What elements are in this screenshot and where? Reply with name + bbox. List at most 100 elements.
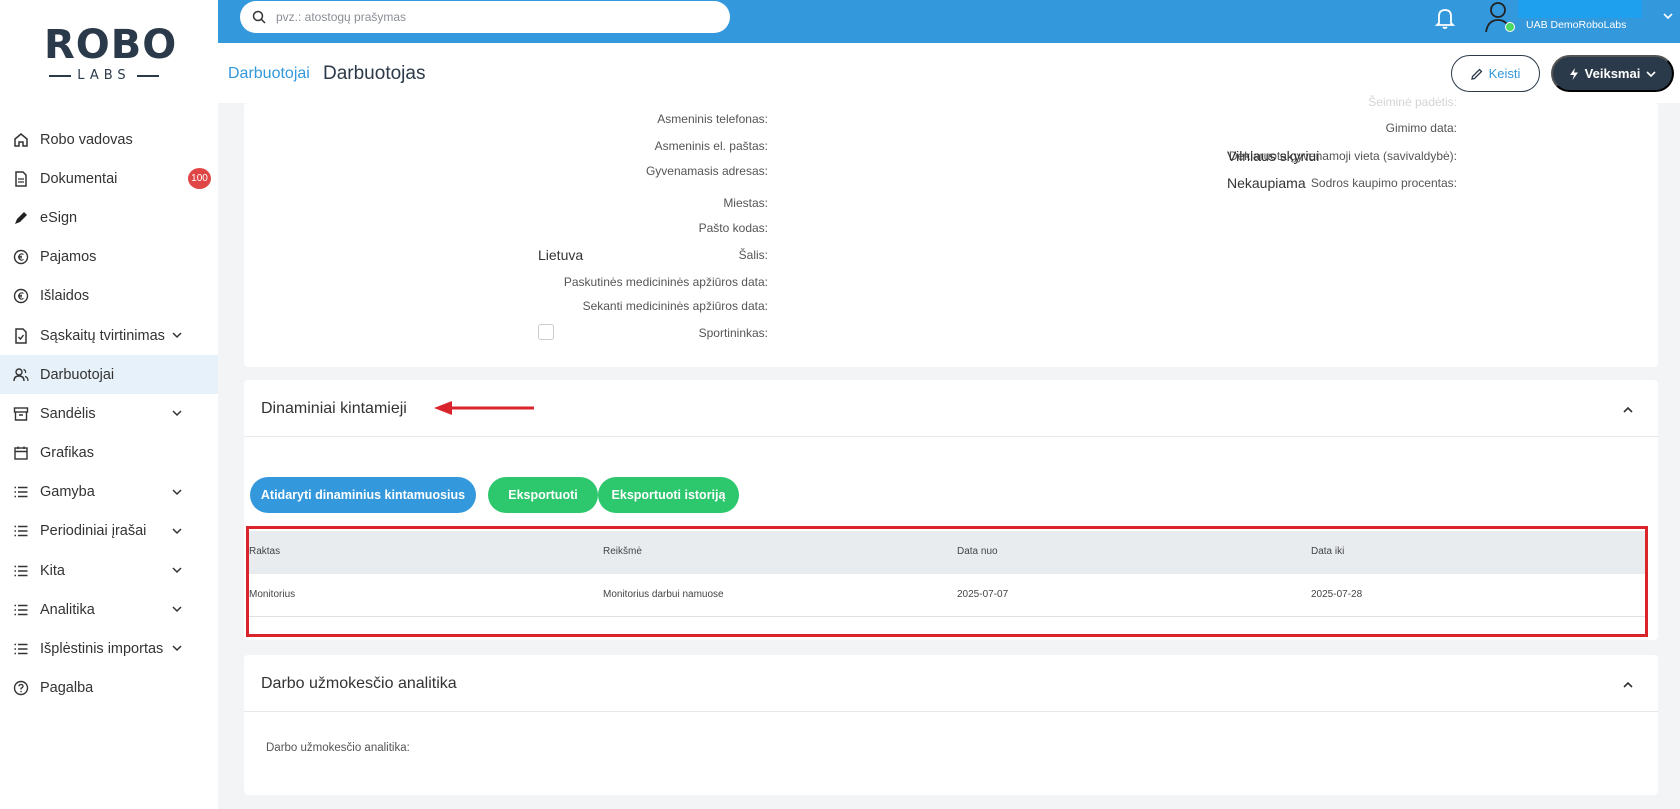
column-header-date-to[interactable]: Data iki [1311, 546, 1344, 557]
dynamic-variables-table: Raktas Reikšmė Data nuo Data iki Monitor… [246, 526, 1648, 637]
company-name-highlight [1518, 0, 1642, 18]
open-dynamic-variables-button[interactable]: Atidaryti dinaminius kintamuosius [250, 477, 476, 513]
search-input[interactable] [276, 10, 696, 24]
sidebar-item-label: Darbuotojai [40, 366, 115, 383]
actions-button[interactable]: Veiksmai [1551, 55, 1674, 92]
sidebar: ROBO LABS Robo vadovas Dokumentai 100 eS… [0, 0, 218, 809]
sidebar-item-pajamos[interactable]: Pajamos [0, 238, 218, 277]
cell-date-from: 2025-07-07 [957, 589, 1009, 600]
chevron-up-icon[interactable] [1622, 404, 1634, 416]
field-label: Miestas: [723, 196, 768, 210]
logo-line [136, 74, 159, 77]
chevron-down-icon [172, 332, 182, 338]
company-name[interactable]: UAB DemoRoboLabs [1526, 19, 1626, 31]
list-icon [12, 522, 30, 540]
sidebar-item-label: Išplėstinis importas [40, 641, 164, 658]
logo-top-text: ROBO [44, 22, 178, 68]
page-title: Darbuotojas [323, 63, 426, 84]
sidebar-item-saskaitu-tvirtinimas[interactable]: Sąskaitų tvirtinimas [0, 316, 218, 355]
search-box[interactable] [240, 1, 730, 33]
dynamic-variables-title: Dinaminiai kintamieji [261, 400, 407, 417]
chevron-down-icon[interactable] [1662, 10, 1674, 22]
pencil-icon [1470, 68, 1483, 80]
field-label: Šalis: [738, 248, 768, 262]
sidebar-item-kita[interactable]: Kita [0, 551, 218, 590]
sidebar-item-gamyba[interactable]: Gamyba [0, 473, 218, 512]
robolabs-logo[interactable]: ROBO LABS [44, 22, 178, 84]
cell-key: Monitorius [249, 589, 296, 600]
invoice-check-icon [12, 327, 30, 345]
logo-bottom-text: LABS [77, 68, 131, 83]
sidebar-item-label: Pagalba [40, 680, 94, 697]
sidebar-item-grafikas[interactable]: Grafikas [0, 434, 218, 473]
export-history-button[interactable]: Eksportuoti istoriją [598, 477, 739, 513]
sidebar-item-label: Išlaidos [40, 288, 90, 305]
list-icon [12, 483, 30, 501]
actions-button-label: Veiksmai [1584, 66, 1641, 81]
home-icon [12, 131, 30, 149]
sidebar-item-label: Sąskaitų tvirtinimas [40, 327, 165, 344]
chevron-down-icon [172, 528, 182, 534]
sidebar-item-darbuotojai[interactable]: Darbuotojai [0, 355, 218, 395]
payroll-analytics-card: Darbo užmokesčio analitika Darbo užmokes… [244, 655, 1658, 795]
field-label: Sodros kaupimo procentas: [1310, 176, 1457, 190]
sidebar-item-label: Dokumentai [40, 170, 118, 187]
sidebar-item-label: eSign [40, 209, 78, 226]
payroll-analytics-title: Darbo užmokesčio analitika [261, 675, 457, 692]
lightning-icon [1569, 67, 1578, 80]
notifications-bell-icon[interactable] [1434, 6, 1456, 30]
search-icon [252, 10, 266, 24]
field-label: Pašto kodas: [698, 221, 768, 235]
chevron-down-icon [172, 489, 182, 495]
sidebar-item-label: Analitika [40, 601, 95, 618]
chevron-up-icon[interactable] [1622, 679, 1634, 691]
export-button[interactable]: Eksportuoti [488, 477, 598, 513]
field-label: Šeiminė padėtis: [1368, 95, 1457, 109]
sidebar-item-robo-vadovas[interactable]: Robo vadovas [0, 120, 218, 159]
column-header-date-from[interactable]: Data nuo [957, 546, 998, 557]
field-label: Asmeninis el. paštas: [654, 139, 768, 153]
chevron-down-icon [1646, 70, 1656, 77]
field-label: Paskutinės medicininės apžiūros data: [563, 275, 768, 289]
edit-button[interactable]: Keisti [1451, 55, 1540, 92]
cell-value: Monitorius darbui namuose [603, 589, 724, 600]
documents-count-badge: 100 [188, 168, 211, 190]
online-status-dot [1505, 22, 1515, 32]
sidebar-item-analitika[interactable]: Analitika [0, 590, 218, 629]
calendar-icon [12, 444, 30, 462]
table-header: Raktas Reikšmė Data nuo Data iki [249, 531, 1645, 574]
column-header-value[interactable]: Reikšmė [603, 546, 642, 557]
chevron-down-icon [172, 567, 182, 574]
page-header: Darbuotojai Darbuotojas Keisti Veiksmai [218, 43, 1680, 103]
column-header-key[interactable]: Raktas [249, 546, 280, 557]
sodra-percentage-value: Nekaupiama [1227, 175, 1306, 191]
declared-residence-value: Vilniaus skyriui [1227, 148, 1320, 164]
pen-icon [12, 209, 30, 227]
sidebar-item-esign[interactable]: eSign [0, 198, 218, 237]
country-value: Lietuva [538, 247, 584, 263]
sidebar-item-label: Sandėlis [40, 405, 96, 422]
sidebar-item-pagalba[interactable]: Pagalba [0, 669, 218, 708]
euro-in-icon [12, 248, 30, 266]
payroll-analytics-header[interactable]: Darbo užmokesčio analitika [244, 655, 1658, 712]
red-arrow-annotation [434, 401, 534, 415]
field-label: Asmeninis telefonas: [657, 112, 768, 126]
sidebar-item-dokumentai[interactable]: Dokumentai 100 [0, 159, 218, 198]
users-icon [12, 366, 30, 384]
sidebar-item-label: Robo vadovas [40, 131, 133, 148]
sidebar-item-islaidos[interactable]: Išlaidos [0, 277, 218, 316]
dynamic-variables-header[interactable]: Dinaminiai kintamieji [244, 380, 1658, 437]
sidebar-item-periodiniai-irasai[interactable]: Periodiniai įrašai [0, 512, 218, 551]
euro-out-icon [12, 287, 30, 305]
breadcrumb-darbuotojai[interactable]: Darbuotojai [228, 65, 310, 83]
sidebar-item-isplestinis-importas[interactable]: Išplėstinis importas [0, 629, 218, 668]
sidebar-item-label: Kita [40, 562, 65, 579]
sidebar-item-label: Gamyba [40, 484, 95, 501]
sidebar-item-sandelis[interactable]: Sandėlis [0, 394, 218, 433]
top-bar: UAB DemoRoboLabs [218, 0, 1680, 43]
dynamic-variables-card: Dinaminiai kintamieji Atidaryti dinamini… [244, 380, 1658, 640]
field-label: Sekanti medicininės apžiūros data: [582, 299, 768, 313]
table-row[interactable]: Monitorius Monitorius darbui namuose 202… [249, 574, 1645, 617]
payroll-analytics-label: Darbo užmokesčio analitika: [266, 742, 410, 754]
athlete-checkbox[interactable] [538, 324, 554, 340]
